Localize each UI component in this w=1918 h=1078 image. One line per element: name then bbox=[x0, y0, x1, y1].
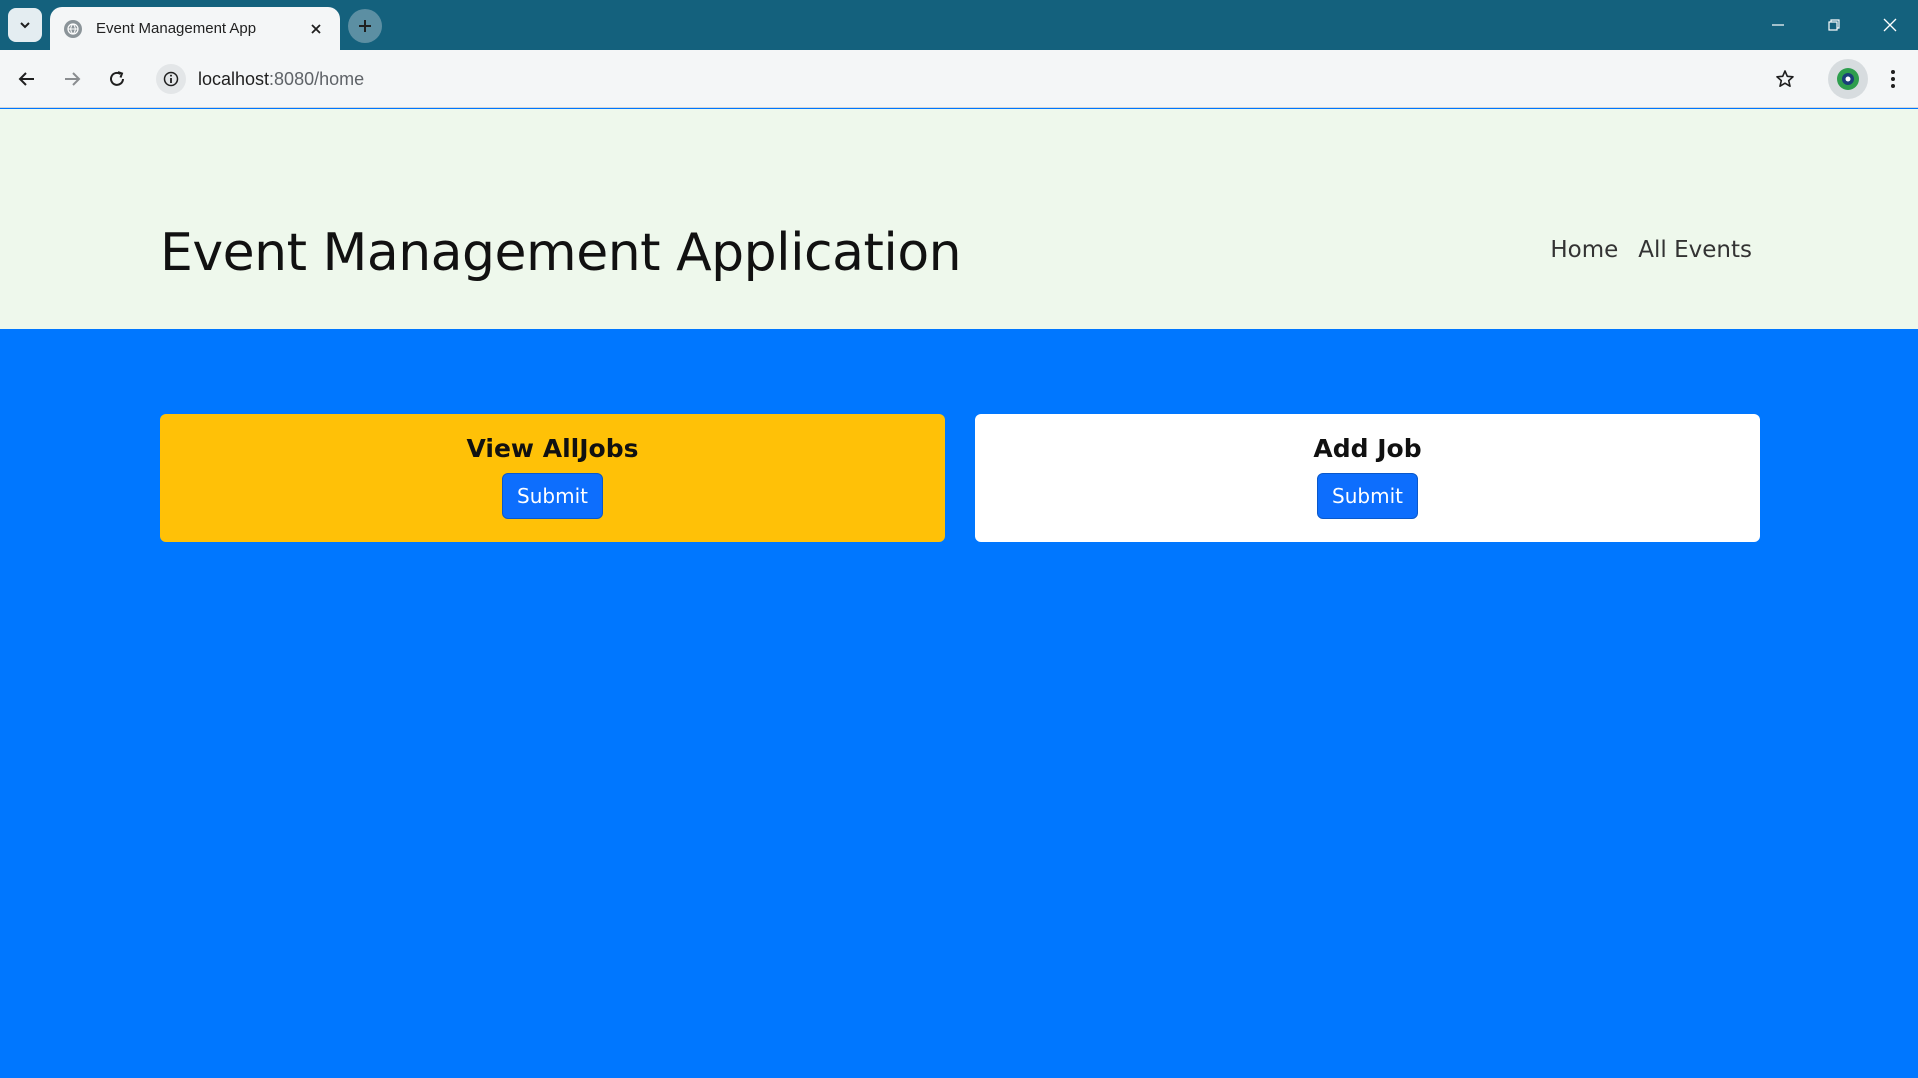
card-title: View AllJobs bbox=[466, 434, 639, 463]
address-bar[interactable]: localhost:8080/home bbox=[156, 59, 1756, 99]
close-icon bbox=[1883, 18, 1897, 32]
arrow-left-icon bbox=[18, 72, 34, 86]
restore-button[interactable] bbox=[1806, 0, 1862, 50]
new-tab-button[interactable] bbox=[348, 9, 382, 43]
main-content: View AllJobs Submit Add Job Submit bbox=[0, 329, 1918, 1078]
arrow-right-icon bbox=[65, 72, 81, 86]
tab-title: Event Management App bbox=[96, 20, 257, 37]
browser-tab-bar: Event Management App bbox=[0, 0, 1918, 50]
page-title: Event Management Application bbox=[160, 223, 962, 283]
nav-link-home[interactable]: Home bbox=[1550, 237, 1618, 263]
minimize-button[interactable] bbox=[1750, 0, 1806, 50]
reload-icon bbox=[110, 71, 124, 86]
add-job-submit-button[interactable]: Submit bbox=[1317, 473, 1418, 519]
globe-icon bbox=[64, 19, 82, 38]
info-icon[interactable] bbox=[156, 64, 186, 94]
url-path: :8080/home bbox=[269, 68, 365, 89]
forward-button[interactable] bbox=[53, 60, 91, 98]
bookmark-button[interactable] bbox=[1766, 60, 1804, 98]
close-icon bbox=[311, 23, 321, 34]
back-button[interactable] bbox=[8, 60, 46, 98]
view-all-jobs-submit-button[interactable]: Submit bbox=[502, 473, 603, 519]
add-job-card: Add Job Submit bbox=[975, 414, 1760, 542]
close-window-button[interactable] bbox=[1862, 0, 1918, 50]
app-header: Event Management Application Home All Ev… bbox=[0, 109, 1918, 329]
plus-icon bbox=[359, 20, 371, 32]
kebab-menu-icon bbox=[1891, 70, 1895, 88]
nav-link-all-events[interactable]: All Events bbox=[1638, 237, 1752, 263]
tab-close-button[interactable] bbox=[306, 19, 326, 39]
url-text: localhost:8080/home bbox=[198, 69, 364, 90]
browser-toolbar: localhost:8080/home bbox=[0, 50, 1918, 108]
card-title: Add Job bbox=[1313, 434, 1422, 463]
main-nav: Home All Events bbox=[1550, 237, 1752, 263]
minimize-icon bbox=[1772, 24, 1784, 26]
reload-button[interactable] bbox=[98, 60, 136, 98]
star-icon bbox=[1776, 70, 1794, 87]
url-host: localhost bbox=[198, 68, 270, 89]
view-all-jobs-card: View AllJobs Submit bbox=[160, 414, 945, 542]
profile-avatar-icon[interactable] bbox=[1828, 59, 1868, 99]
browser-menu-button[interactable] bbox=[1874, 60, 1912, 98]
browser-tab[interactable]: Event Management App bbox=[50, 7, 340, 50]
tab-search-button[interactable] bbox=[8, 8, 42, 42]
restore-icon bbox=[1828, 19, 1840, 31]
chevron-down-icon bbox=[20, 22, 30, 29]
